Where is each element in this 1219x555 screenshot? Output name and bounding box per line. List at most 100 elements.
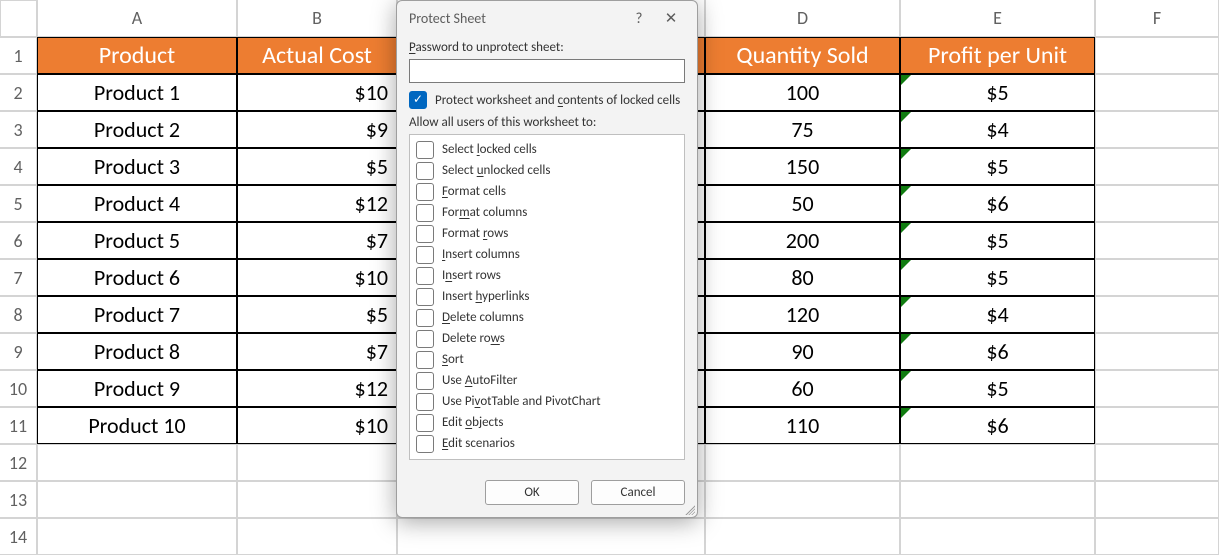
cell-D11[interactable]: 110 [705, 407, 900, 444]
cell-A13[interactable] [37, 481, 237, 518]
col-header-E[interactable]: E [900, 0, 1095, 37]
permission-item[interactable]: Insert columns [416, 244, 678, 265]
cell-E5[interactable]: $6 [900, 185, 1095, 222]
cell-D9[interactable]: 90 [705, 333, 900, 370]
permission-item[interactable]: Sort [416, 349, 678, 370]
permission-checkbox[interactable] [416, 162, 434, 180]
cell-F4[interactable] [1095, 148, 1219, 185]
cell-A4[interactable]: Product 3 [37, 148, 237, 185]
resize-grip[interactable] [683, 503, 695, 515]
col-header-D[interactable]: D [705, 0, 900, 37]
cell-E4[interactable]: $5 [900, 148, 1095, 185]
permission-item[interactable]: Edit objects [416, 412, 678, 433]
cell-A11[interactable]: Product 10 [37, 407, 237, 444]
cell-D14[interactable] [705, 518, 900, 555]
cell-D12[interactable] [705, 444, 900, 481]
permissions-listbox[interactable]: Select locked cellsSelect unlocked cells… [409, 134, 685, 460]
cell-E11[interactable]: $6 [900, 407, 1095, 444]
cell-F13[interactable] [1095, 481, 1219, 518]
cell-E3[interactable]: $4 [900, 111, 1095, 148]
cell-F7[interactable] [1095, 259, 1219, 296]
row-header[interactable]: 2 [0, 74, 37, 111]
cell-F12[interactable] [1095, 444, 1219, 481]
ok-button[interactable]: OK [485, 480, 579, 505]
row-header[interactable]: 11 [0, 407, 37, 444]
cell-B6[interactable]: $7 [237, 222, 397, 259]
cell-F2[interactable] [1095, 74, 1219, 111]
cell-B12[interactable] [237, 444, 397, 481]
row-header[interactable]: 4 [0, 148, 37, 185]
cell-B2[interactable]: $10 [237, 74, 397, 111]
cell-D10[interactable]: 60 [705, 370, 900, 407]
cell-A8[interactable]: Product 7 [37, 296, 237, 333]
permission-checkbox[interactable] [416, 141, 434, 159]
cell-B8[interactable]: $5 [237, 296, 397, 333]
cell-F1[interactable] [1095, 37, 1219, 74]
permission-checkbox[interactable] [416, 309, 434, 327]
permission-checkbox[interactable] [416, 183, 434, 201]
cell-E6[interactable]: $5 [900, 222, 1095, 259]
permission-item[interactable]: Delete columns [416, 307, 678, 328]
permission-checkbox[interactable] [416, 246, 434, 264]
cell-E12[interactable] [900, 444, 1095, 481]
cell-F8[interactable] [1095, 296, 1219, 333]
permission-item[interactable]: Insert hyperlinks [416, 286, 678, 307]
cell-B14[interactable] [237, 518, 397, 555]
cell-E2[interactable]: $5 [900, 74, 1095, 111]
row-header[interactable]: 13 [0, 481, 37, 518]
permission-checkbox[interactable] [416, 435, 434, 453]
cell-B4[interactable]: $5 [237, 148, 397, 185]
cell-F5[interactable] [1095, 185, 1219, 222]
help-button[interactable]: ? [623, 10, 655, 28]
permission-item[interactable]: Delete rows [416, 328, 678, 349]
cell-A9[interactable]: Product 8 [37, 333, 237, 370]
cell-B13[interactable] [237, 481, 397, 518]
cell-F9[interactable] [1095, 333, 1219, 370]
permission-checkbox[interactable] [416, 372, 434, 390]
row-header[interactable]: 9 [0, 333, 37, 370]
cell-B3[interactable]: $9 [237, 111, 397, 148]
cell-A10[interactable]: Product 9 [37, 370, 237, 407]
row-header[interactable]: 1 [0, 37, 37, 74]
cell-F14[interactable] [1095, 518, 1219, 555]
row-header[interactable]: 8 [0, 296, 37, 333]
cell-C14[interactable] [397, 518, 705, 555]
permission-item[interactable]: Format columns [416, 202, 678, 223]
cell-D3[interactable]: 75 [705, 111, 900, 148]
row-header[interactable]: 7 [0, 259, 37, 296]
permission-item[interactable]: Use AutoFilter [416, 370, 678, 391]
password-input[interactable] [409, 59, 685, 83]
col-header-A[interactable]: A [37, 0, 237, 37]
cell-D6[interactable]: 200 [705, 222, 900, 259]
col-header-F[interactable]: F [1095, 0, 1219, 37]
row-header[interactable]: 5 [0, 185, 37, 222]
cell-E14[interactable] [900, 518, 1095, 555]
cell-B11[interactable]: $10 [237, 407, 397, 444]
cell-E9[interactable]: $6 [900, 333, 1095, 370]
select-all-corner[interactable] [0, 0, 37, 37]
cell-D8[interactable]: 120 [705, 296, 900, 333]
protect-worksheet-checkbox-row[interactable]: Protect worksheet and contents of locked… [409, 91, 685, 109]
permission-item[interactable]: Format cells [416, 181, 678, 202]
cell-A5[interactable]: Product 4 [37, 185, 237, 222]
cell-B10[interactable]: $12 [237, 370, 397, 407]
row-header[interactable]: 12 [0, 444, 37, 481]
cell-B9[interactable]: $7 [237, 333, 397, 370]
close-button[interactable]: ✕ [655, 9, 687, 28]
cell-F11[interactable] [1095, 407, 1219, 444]
protect-worksheet-checkbox[interactable] [409, 91, 427, 109]
permission-checkbox[interactable] [416, 330, 434, 348]
permission-checkbox[interactable] [416, 393, 434, 411]
permission-checkbox[interactable] [416, 267, 434, 285]
permission-checkbox[interactable] [416, 414, 434, 432]
cell-F3[interactable] [1095, 111, 1219, 148]
permission-checkbox[interactable] [416, 204, 434, 222]
cell-D13[interactable] [705, 481, 900, 518]
dialog-titlebar[interactable]: Protect Sheet ? ✕ [397, 1, 697, 34]
cell-A3[interactable]: Product 2 [37, 111, 237, 148]
row-header[interactable]: 14 [0, 518, 37, 555]
cell-D4[interactable]: 150 [705, 148, 900, 185]
cell-B7[interactable]: $10 [237, 259, 397, 296]
row-header[interactable]: 10 [0, 370, 37, 407]
cell-F6[interactable] [1095, 222, 1219, 259]
